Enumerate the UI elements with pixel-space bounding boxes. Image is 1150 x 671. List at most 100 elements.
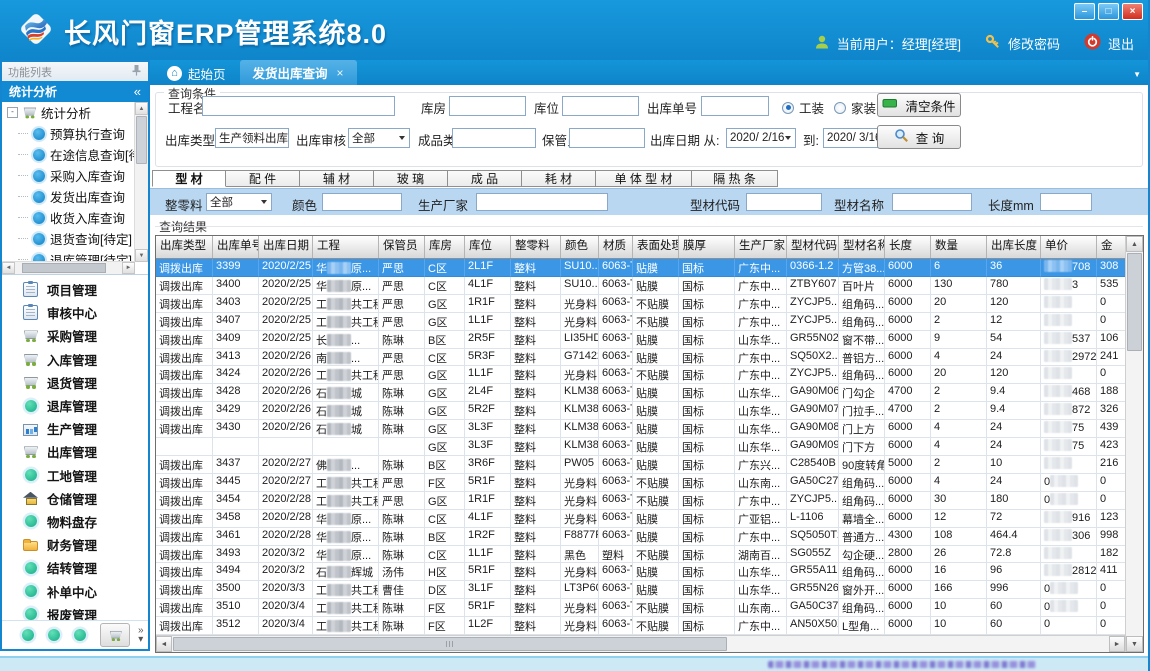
- sidebar-item-出库管理[interactable]: 出库管理: [2, 440, 148, 463]
- tree-item[interactable]: 在途信息查询[待: [2, 144, 148, 165]
- keeper-input[interactable]: [569, 128, 645, 148]
- out-type-combo[interactable]: 生产领料出库: [215, 128, 289, 148]
- radio-selected-icon[interactable]: [782, 102, 794, 114]
- scroll-right-icon[interactable]: ►: [1109, 636, 1125, 652]
- pin-icon[interactable]: [131, 64, 142, 79]
- column-header[interactable]: 保管员: [379, 236, 425, 258]
- scroll-down-icon[interactable]: ▼: [1126, 636, 1143, 652]
- grid-horizontal-scrollbar[interactable]: ◄ ►: [156, 635, 1125, 652]
- factory-input[interactable]: [476, 193, 608, 211]
- whole-part-combo[interactable]: 全部: [206, 193, 272, 211]
- order-no-input[interactable]: [701, 96, 769, 116]
- change-password-link[interactable]: 修改密码: [1008, 34, 1060, 53]
- radio-jiazhuang[interactable]: 家装: [834, 98, 876, 117]
- scroll-left-icon[interactable]: ◄: [156, 636, 172, 652]
- column-header[interactable]: 数量: [931, 236, 987, 258]
- color-input[interactable]: [322, 193, 402, 211]
- column-header[interactable]: 生产厂家: [735, 236, 787, 258]
- module-dot-icon[interactable]: [48, 629, 60, 641]
- table-row[interactable]: 调拨出库34282020/2/26石城陈琳G区2L4F整料KLM38176063…: [156, 384, 1125, 402]
- table-row[interactable]: 调拨出库34002020/2/25华原...严思C区4L1F整料SU10...6…: [156, 277, 1125, 295]
- logout-link[interactable]: 退出: [1108, 34, 1134, 53]
- column-header[interactable]: 出库日期: [259, 236, 313, 258]
- sidebar-item-财务管理[interactable]: 财务管理: [2, 533, 148, 556]
- material-tab[interactable]: 配 件: [226, 170, 300, 187]
- sidebar-item-项目管理[interactable]: 项目管理: [2, 278, 148, 301]
- section-header-statistics[interactable]: 统计分析 «: [2, 81, 148, 102]
- table-row[interactable]: 调拨出库34542020/2/28工共工程严思G区1R1F整料光身料6063-T…: [156, 492, 1125, 510]
- tree-expander-icon[interactable]: -: [7, 107, 18, 118]
- module-cart-button[interactable]: [100, 623, 130, 647]
- column-header[interactable]: 金: [1097, 236, 1125, 258]
- table-row[interactable]: 调拨出库34072020/2/25工共工程严思G区1L1F整料光身料6063-T…: [156, 313, 1125, 331]
- table-row[interactable]: 调拨出库34032020/2/25工共工程严思G区1R1F整料光身料6063-T…: [156, 295, 1125, 313]
- column-header[interactable]: 表面处理: [633, 236, 679, 258]
- tab-shipment-outbound-query[interactable]: 发货出库查询 ×: [240, 60, 357, 85]
- column-header[interactable]: 长度: [885, 236, 931, 258]
- column-header[interactable]: 膜厚: [679, 236, 735, 258]
- length-input[interactable]: [1040, 193, 1092, 211]
- tree-vertical-scrollbar[interactable]: ▲ ▼: [134, 102, 148, 262]
- material-tab[interactable]: 玻 璃: [374, 170, 448, 187]
- tab-list-caret-icon[interactable]: ▼: [1133, 70, 1141, 79]
- close-button[interactable]: ×: [1122, 3, 1143, 20]
- clear-conditions-button[interactable]: 清空条件: [877, 93, 961, 117]
- grid-vscroll-thumb[interactable]: [1127, 253, 1142, 351]
- location-input[interactable]: [562, 96, 639, 116]
- column-header[interactable]: 整零料: [511, 236, 561, 258]
- table-row[interactable]: 调拨出库34302020/2/26石城陈琳G区3L3F整料KLM38176063…: [156, 420, 1125, 438]
- table-row[interactable]: 调拨出库34932020/3/2华原...陈琳C区1L1F整料黑色塑料不贴膜国标…: [156, 546, 1125, 564]
- module-dot-icon[interactable]: [22, 629, 34, 641]
- radio-gongzhuang[interactable]: 工装: [782, 98, 824, 117]
- tree-item[interactable]: 退货查询[待定]: [2, 228, 148, 249]
- material-tab[interactable]: 成 品: [448, 170, 522, 187]
- collapse-icon[interactable]: «: [134, 84, 141, 99]
- scroll-down-icon[interactable]: ▼: [135, 249, 148, 262]
- table-row[interactable]: 调拨出库35122020/3/4工共工程陈琳F区1L2F整料光身料6063-T5…: [156, 617, 1125, 635]
- sidebar-item-仓储管理[interactable]: 仓储管理: [2, 487, 148, 510]
- material-tab[interactable]: 耗 材: [522, 170, 596, 187]
- tree-item[interactable]: 预算执行查询: [2, 123, 148, 144]
- project-name-input[interactable]: [202, 96, 395, 116]
- sidebar-item-审核中心[interactable]: 审核中心: [2, 301, 148, 324]
- search-button[interactable]: 查 询: [877, 125, 961, 149]
- tree-vscroll-thumb[interactable]: [136, 116, 147, 164]
- module-dot-icon[interactable]: [74, 629, 86, 641]
- column-header[interactable]: 库位: [465, 236, 511, 258]
- material-tab[interactable]: 单 体 型 材: [596, 170, 692, 187]
- sidebar-item-工地管理[interactable]: 工地管理: [2, 464, 148, 487]
- column-header[interactable]: 单价: [1041, 236, 1097, 258]
- table-row[interactable]: 调拨出库35102020/3/4工共工程陈琳F区5R1F整料光身料6063-T5…: [156, 599, 1125, 617]
- sidebar-item-退库管理[interactable]: 退库管理: [2, 394, 148, 417]
- audit-combo[interactable]: 全部: [348, 128, 410, 148]
- product-type-input[interactable]: [452, 128, 536, 148]
- scroll-up-icon[interactable]: ▲: [135, 102, 148, 115]
- sidebar-item-退货管理[interactable]: 退货管理: [2, 371, 148, 394]
- tab-close-icon[interactable]: ×: [337, 66, 344, 80]
- sidebar-item-补单中心[interactable]: 补单中心: [2, 579, 148, 602]
- sidebar-item-结转管理[interactable]: 结转管理: [2, 556, 148, 579]
- column-header[interactable]: 型材代码: [787, 236, 839, 258]
- tab-home[interactable]: ⌂ 起始页: [153, 62, 240, 85]
- material-tab[interactable]: 隔 热 条: [692, 170, 778, 187]
- column-header[interactable]: 库房: [425, 236, 465, 258]
- tree-item[interactable]: 发货出库查询: [2, 186, 148, 207]
- column-header[interactable]: 出库长度: [987, 236, 1041, 258]
- sidebar-item-入库管理[interactable]: 入库管理: [2, 348, 148, 371]
- profile-name-input[interactable]: [892, 193, 972, 211]
- minimize-button[interactable]: –: [1074, 3, 1095, 20]
- grid-hscroll-thumb[interactable]: [173, 637, 727, 651]
- tree-horizontal-scrollbar[interactable]: ◄ ►: [2, 261, 135, 274]
- sidebar-item-生产管理[interactable]: 生产管理: [2, 417, 148, 440]
- scroll-left-icon[interactable]: ◄: [2, 262, 15, 274]
- column-header[interactable]: 颜色: [561, 236, 599, 258]
- table-row[interactable]: 调拨出库34292020/2/26石城陈琳G区5R2F整料KLM38176063…: [156, 402, 1125, 420]
- tree-item[interactable]: 收货入库查询: [2, 207, 148, 228]
- table-row[interactable]: 调拨出库33992020/2/25华原...严思C区2L1F整料SU10...6…: [156, 259, 1125, 277]
- column-header[interactable]: 型材名称: [839, 236, 885, 258]
- column-header[interactable]: 出库类型: [156, 236, 213, 258]
- tree-hscroll-thumb[interactable]: [22, 263, 106, 273]
- scroll-up-icon[interactable]: ▲: [1126, 236, 1143, 252]
- column-header[interactable]: 材质: [599, 236, 633, 258]
- maximize-button[interactable]: □: [1098, 3, 1119, 20]
